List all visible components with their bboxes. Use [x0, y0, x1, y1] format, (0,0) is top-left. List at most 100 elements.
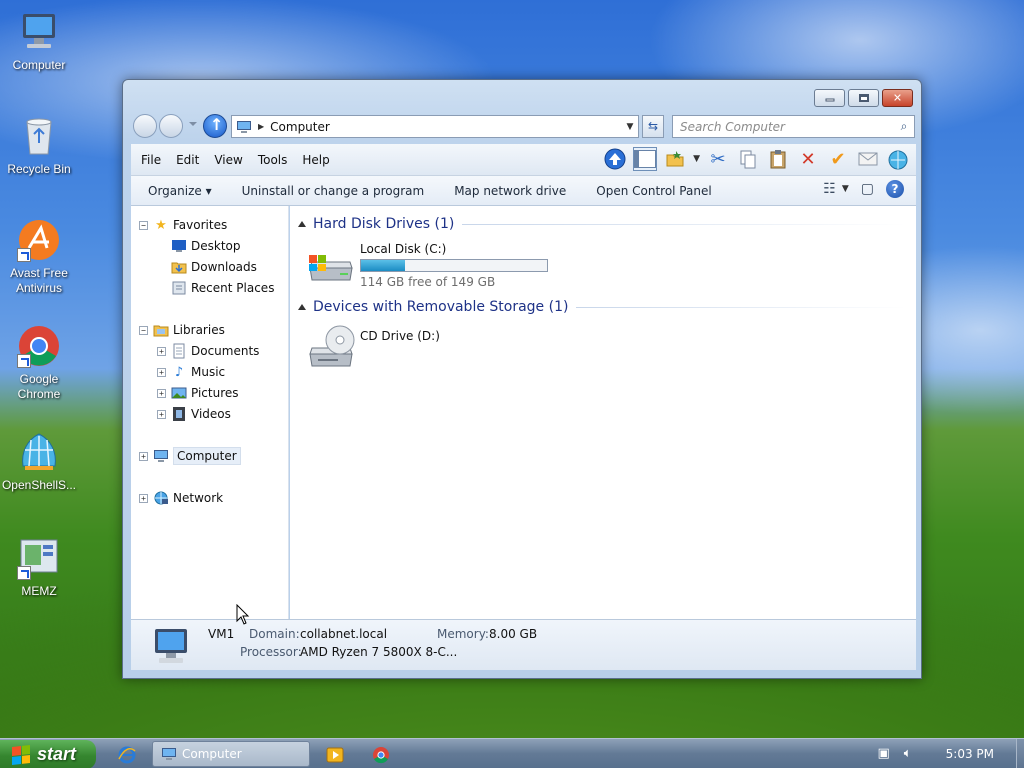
refresh-button[interactable]: ⇆	[642, 115, 664, 138]
explorer-window: ✕ ▶ Computer ▼ ⇆ Search Computer ⌕ File …	[122, 79, 922, 679]
desktop-icon-computer[interactable]: Computer	[0, 10, 78, 73]
recycle-bin-icon	[17, 114, 61, 158]
change-view-icon[interactable]: ☷	[823, 181, 836, 197]
expand-icon[interactable]: +	[157, 367, 166, 377]
desktop-icon-memz[interactable]: MEMZ	[0, 536, 78, 599]
clock[interactable]: 5:03 PM	[946, 747, 994, 761]
tree-item-recent-places[interactable]: Recent Places	[171, 279, 274, 297]
folder-options-dropdown-icon[interactable]: ▼	[693, 154, 700, 164]
paste-icon[interactable]	[766, 147, 790, 171]
up-button[interactable]	[203, 114, 227, 138]
start-button[interactable]: start	[0, 740, 96, 768]
downloads-folder-icon	[171, 259, 187, 275]
maximize-button[interactable]	[848, 89, 879, 107]
classic-toolbar: ▼ ✂ ✕ ✔	[603, 147, 910, 171]
search-box[interactable]: Search Computer ⌕	[672, 115, 915, 138]
minimize-button[interactable]	[814, 89, 845, 107]
taskbar-button-computer[interactable]: Computer	[152, 741, 310, 767]
music-icon: ♪	[174, 364, 184, 380]
forward-button[interactable]	[159, 114, 183, 138]
tree-item-music[interactable]: + ♪ Music	[157, 363, 225, 381]
open-control-panel-button[interactable]: Open Control Panel	[596, 184, 711, 198]
desktop-icon-recycle-bin[interactable]: Recycle Bin	[0, 114, 78, 177]
delete-icon[interactable]: ✕	[796, 147, 820, 171]
open-shell-settings-icon[interactable]	[886, 147, 910, 171]
cd-drive-icon	[309, 325, 355, 367]
computer-icon	[162, 748, 176, 760]
close-icon: ✕	[892, 91, 903, 105]
drive-free-space: 114 GB free of 149 GB	[360, 275, 496, 289]
group-header-removable-storage[interactable]: Devices with Removable Storage (1)	[298, 299, 906, 315]
drive-local-disk-c[interactable]: Local Disk (C:) 114 GB free of 149 GB	[306, 242, 548, 289]
navigation-pane: − ★ Favorites Desktop Downloads Recent P…	[131, 206, 289, 619]
back-button[interactable]	[133, 114, 157, 138]
collapse-icon[interactable]: −	[139, 220, 148, 230]
breadcrumb-arrow-icon[interactable]: ▶	[258, 122, 264, 131]
desktop-icon-label: Google Chrome	[17, 372, 61, 401]
tree-computer[interactable]: + Computer	[139, 447, 241, 465]
email-icon[interactable]	[856, 147, 880, 171]
tree-label: Libraries	[173, 323, 225, 337]
tree-label: Desktop	[191, 239, 241, 253]
help-icon[interactable]: ?	[886, 180, 904, 198]
drive-cd-d[interactable]: CD Drive (D:)	[306, 324, 440, 370]
desktop-icon-label: OpenShellS...	[1, 478, 77, 492]
chrome-icon[interactable]	[372, 746, 390, 764]
search-input[interactable]: Search Computer	[680, 120, 894, 134]
show-desktop-button[interactable]	[1016, 739, 1024, 768]
group-header-label: Devices with Removable Storage (1)	[313, 299, 569, 315]
tree-item-desktop[interactable]: Desktop	[171, 237, 241, 255]
folder-options-icon[interactable]	[663, 147, 687, 171]
map-network-drive-button[interactable]: Map network drive	[454, 184, 566, 198]
tree-item-videos[interactable]: + Videos	[157, 405, 231, 423]
cut-icon[interactable]: ✂	[706, 147, 730, 171]
tree-libraries[interactable]: − Libraries	[139, 321, 225, 339]
internet-explorer-icon[interactable]	[118, 746, 136, 764]
network-tray-icon[interactable]: ▣	[876, 746, 892, 762]
memory-value: 8.00 GB	[489, 627, 538, 641]
menu-view[interactable]: View	[214, 153, 242, 167]
address-bar[interactable]: ▶ Computer ▼	[231, 115, 639, 138]
expand-icon[interactable]: +	[157, 388, 166, 398]
desktop-icon-chrome[interactable]: Google Chrome	[0, 324, 78, 402]
tree-item-pictures[interactable]: + Pictures	[157, 384, 239, 402]
view-dropdown-icon[interactable]: ▼	[842, 184, 849, 194]
breadcrumb-location[interactable]: Computer	[270, 120, 622, 134]
address-dropdown-icon[interactable]: ▼	[622, 122, 638, 132]
documents-icon	[171, 343, 187, 359]
expand-icon[interactable]: +	[139, 451, 148, 461]
menu-file[interactable]: File	[141, 153, 161, 167]
menu-help[interactable]: Help	[302, 153, 329, 167]
navigation-pane-toggle-icon[interactable]	[633, 147, 658, 171]
volume-icon[interactable]: 🔈︎	[900, 746, 916, 762]
copy-icon[interactable]	[736, 147, 760, 171]
uninstall-program-button[interactable]: Uninstall or change a program	[242, 184, 425, 198]
tree-label: Downloads	[191, 260, 257, 274]
desktop-icon-label: Recycle Bin	[7, 162, 71, 176]
tree-favorites[interactable]: − ★ Favorites	[139, 216, 227, 234]
up-folder-icon[interactable]	[603, 147, 627, 171]
menu-edit[interactable]: Edit	[176, 153, 199, 167]
recent-pages-dropdown[interactable]	[189, 122, 197, 126]
preview-pane-icon[interactable]: ▢	[861, 181, 874, 197]
close-button[interactable]: ✕	[882, 89, 913, 107]
tree-label: Pictures	[191, 386, 239, 400]
tree-network[interactable]: + Network	[139, 489, 223, 507]
properties-check-icon[interactable]: ✔	[826, 147, 850, 171]
organize-button[interactable]: Organize ▾	[148, 184, 212, 198]
media-player-icon[interactable]	[326, 746, 344, 764]
collapse-group-icon[interactable]	[298, 304, 306, 310]
search-icon[interactable]: ⌕	[894, 119, 914, 134]
expand-icon[interactable]: +	[157, 346, 166, 356]
collapse-group-icon[interactable]	[298, 221, 306, 227]
tree-item-downloads[interactable]: Downloads	[171, 258, 257, 276]
menu-tools[interactable]: Tools	[258, 153, 288, 167]
desktop-icon-open-shell[interactable]: OpenShellS...	[0, 430, 78, 493]
desktop-icon	[171, 238, 187, 254]
expand-icon[interactable]: +	[139, 493, 148, 503]
desktop-icon-avast[interactable]: Avast Free Antivirus	[0, 218, 78, 296]
collapse-icon[interactable]: −	[139, 325, 148, 335]
group-header-hard-disk-drives[interactable]: Hard Disk Drives (1)	[298, 216, 906, 232]
expand-icon[interactable]: +	[157, 409, 166, 419]
tree-item-documents[interactable]: + Documents	[157, 342, 259, 360]
